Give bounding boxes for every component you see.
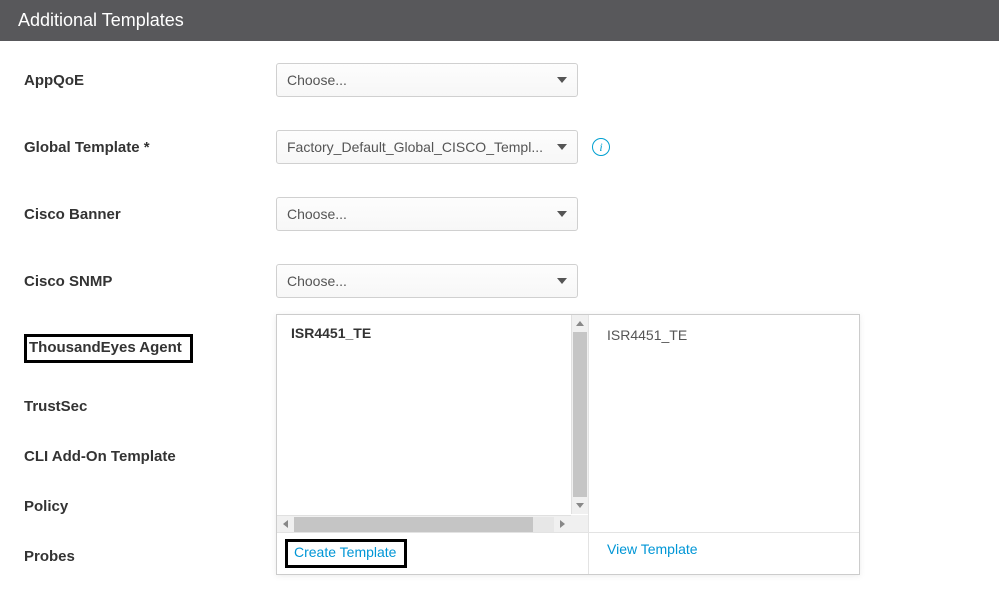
label-cisco-snmp: Cisco SNMP <box>24 273 276 290</box>
label-policy: Policy <box>24 498 276 515</box>
scroll-right-button[interactable] <box>554 516 571 533</box>
select-cisco-banner-text: Choose... <box>287 206 347 222</box>
create-template-link[interactable]: Create Template <box>294 544 396 560</box>
chevron-down-icon <box>557 77 567 83</box>
section-header: Additional Templates <box>0 0 999 41</box>
footer-right: View Template <box>589 533 859 574</box>
row-global-template: Global Template * Factory_Default_Global… <box>24 130 975 164</box>
select-appqoe[interactable]: Choose... <box>276 63 578 97</box>
arrow-right-icon <box>560 520 565 528</box>
chevron-down-icon <box>557 211 567 217</box>
row-cisco-banner: Cisco Banner Choose... <box>24 197 975 231</box>
dropdown-footer: Create Template View Template <box>277 532 859 574</box>
vertical-scrollbar[interactable] <box>571 315 588 514</box>
vscroll-track[interactable] <box>573 332 587 497</box>
label-cli-addon: CLI Add-On Template <box>24 448 276 465</box>
section-title: Additional Templates <box>18 10 184 30</box>
arrow-down-icon <box>576 503 584 508</box>
label-trustsec: TrustSec <box>24 398 276 415</box>
scroll-left-button[interactable] <box>277 516 294 533</box>
info-icon[interactable]: i <box>592 138 610 156</box>
dropdown-option[interactable]: ISR4451_TE <box>277 315 588 351</box>
chevron-down-icon <box>557 144 567 150</box>
select-cisco-snmp-text: Choose... <box>287 273 347 289</box>
label-cisco-banner: Cisco Banner <box>24 206 276 223</box>
highlight-create-template: Create Template <box>285 539 407 568</box>
dropdown-list-content: ISR4451_TE <box>277 315 588 532</box>
select-global-template-text: Factory_Default_Global_CISCO_Templ... <box>287 139 543 155</box>
hscroll-thumb[interactable] <box>294 517 533 532</box>
arrow-left-icon <box>283 520 288 528</box>
dropdown-panel-thousandeyes: ISR4451_TE ISR4451 <box>276 314 860 575</box>
footer-left: Create Template <box>277 533 589 574</box>
preview-title: ISR4451_TE <box>607 327 687 343</box>
chevron-down-icon <box>557 278 567 284</box>
select-appqoe-text: Choose... <box>287 72 347 88</box>
select-global-template[interactable]: Factory_Default_Global_CISCO_Templ... <box>276 130 578 164</box>
view-template-link[interactable]: View Template <box>607 541 698 557</box>
dropdown-preview: ISR4451_TE <box>589 315 859 532</box>
scroll-corner <box>571 515 588 532</box>
row-cisco-snmp: Cisco SNMP Choose... <box>24 264 975 298</box>
horizontal-scrollbar[interactable] <box>277 515 571 532</box>
select-cisco-banner[interactable]: Choose... <box>276 197 578 231</box>
arrow-up-icon <box>576 321 584 326</box>
scroll-down-button[interactable] <box>572 497 588 514</box>
dropdown-list: ISR4451_TE <box>277 315 589 532</box>
scroll-up-button[interactable] <box>572 315 588 332</box>
hscroll-track[interactable] <box>294 517 554 532</box>
label-probes: Probes <box>24 548 276 565</box>
row-appqoe: AppQoE Choose... <box>24 63 975 97</box>
highlight-thousandeyes: ThousandEyes Agent <box>24 334 193 363</box>
label-global-template: Global Template * <box>24 139 276 156</box>
label-appqoe: AppQoE <box>24 72 276 89</box>
select-cisco-snmp[interactable]: Choose... <box>276 264 578 298</box>
dropdown-body: ISR4451_TE ISR4451 <box>277 315 859 532</box>
vscroll-thumb[interactable] <box>573 332 587 497</box>
label-thousandeyes: ThousandEyes Agent <box>24 334 276 363</box>
